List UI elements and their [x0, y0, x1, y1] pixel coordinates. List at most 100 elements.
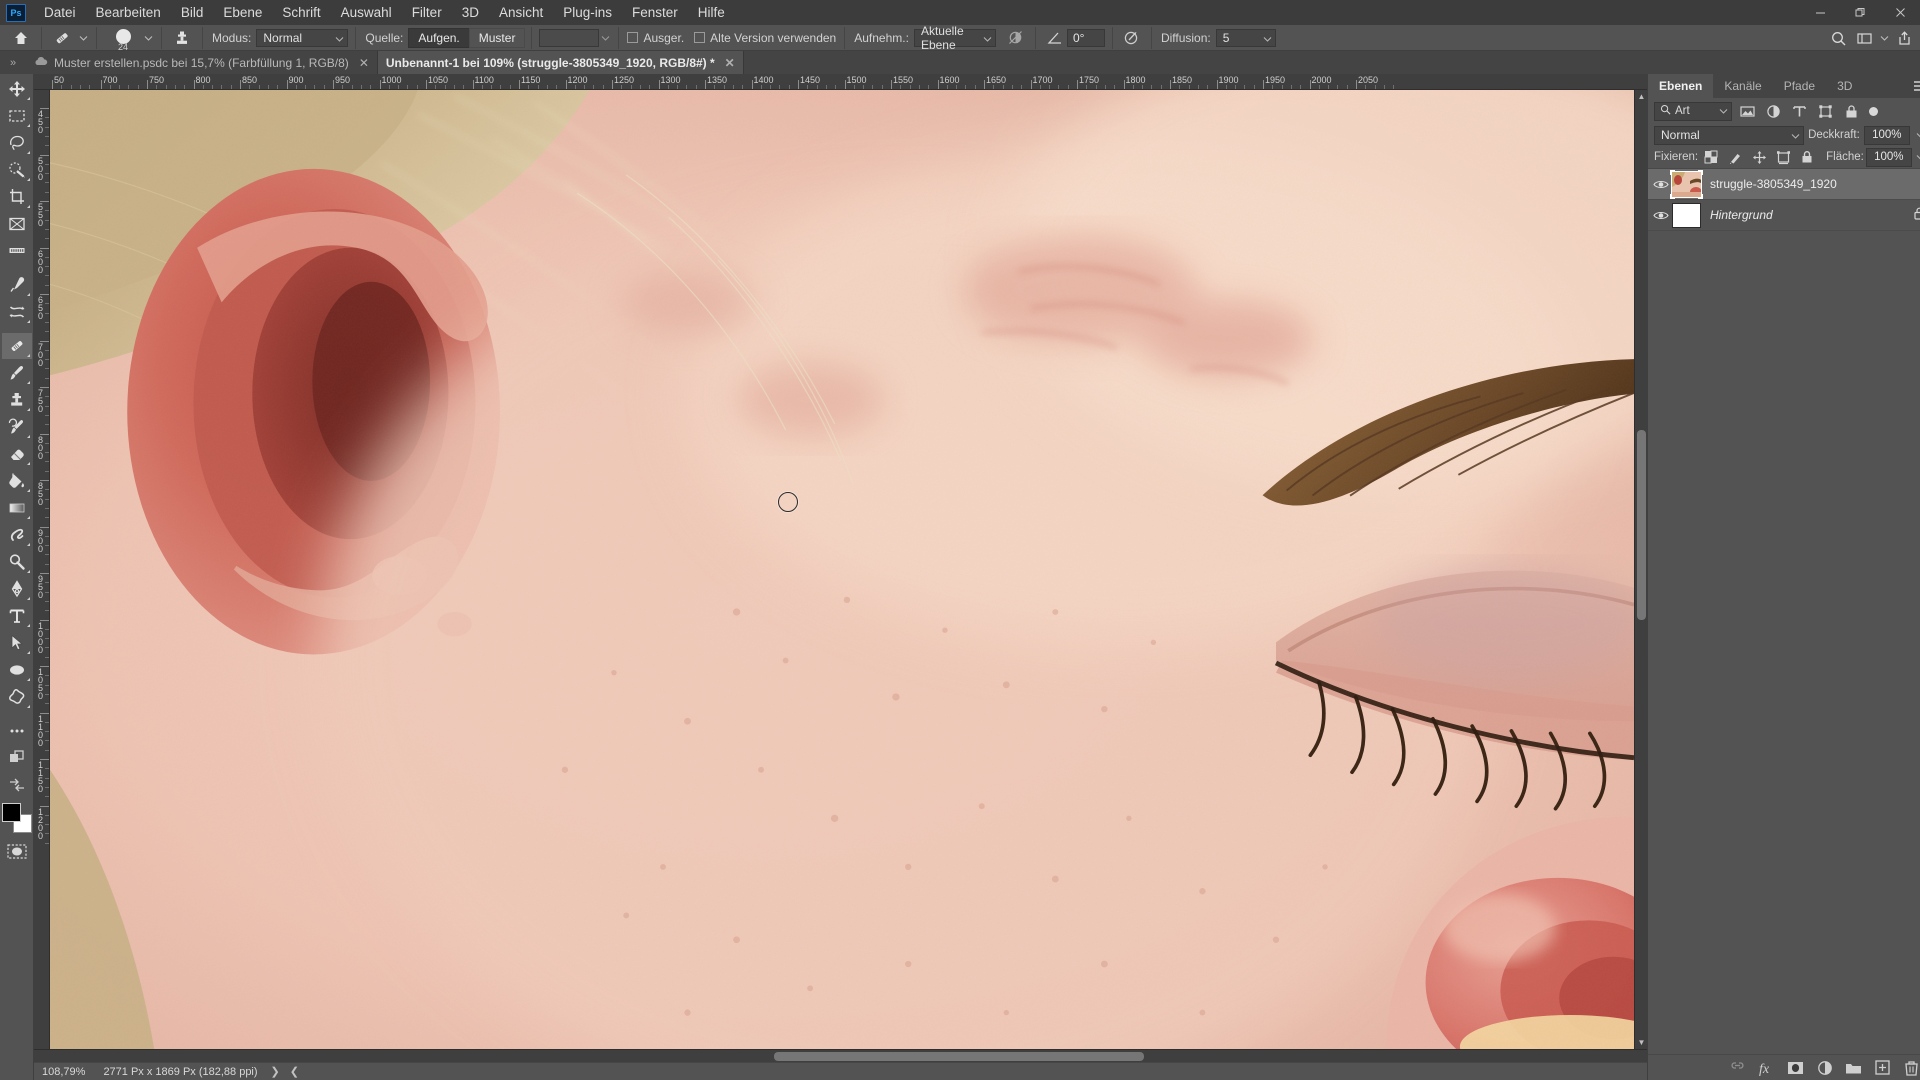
scroll-down-arrow[interactable]: ▼ — [1635, 1036, 1648, 1049]
panel-menu-icon[interactable] — [1913, 74, 1920, 98]
menu-item-fenster[interactable]: Fenster — [622, 0, 688, 25]
layer-name[interactable]: Hintergrund — [1710, 208, 1773, 222]
layer-row[interactable]: Hintergrund — [1648, 200, 1920, 231]
path-selection-tool[interactable] — [2, 630, 32, 656]
expand-panels-button[interactable]: » — [0, 51, 26, 74]
chevron-down-icon[interactable] — [77, 27, 89, 49]
fill-chevron-icon[interactable] — [1914, 148, 1920, 167]
scroll-up-arrow[interactable]: ▲ — [1635, 90, 1648, 103]
dodge-tool[interactable] — [2, 549, 32, 575]
edit-toolbar-icon[interactable] — [2, 745, 32, 771]
minimize-button[interactable] — [1800, 0, 1840, 25]
pattern-swatch[interactable] — [539, 28, 600, 47]
chevron-down-icon[interactable] — [599, 27, 611, 49]
legacy-checkbox[interactable] — [694, 32, 706, 43]
pen-tool[interactable] — [2, 576, 32, 602]
brush-preset-picker[interactable]: 24 — [100, 25, 158, 51]
tool-preset-picker[interactable] — [45, 25, 93, 51]
menu-item-filter[interactable]: Filter — [402, 0, 452, 25]
menu-item-plug-ins[interactable]: Plug-ins — [553, 0, 622, 25]
filter-adjustment-icon[interactable] — [1763, 102, 1784, 121]
custom-shape-tool[interactable] — [2, 684, 32, 710]
foreground-color-swatch[interactable] — [1, 803, 21, 822]
lock-artboard-nesting-icon[interactable] — [1772, 147, 1794, 167]
maximize-button[interactable] — [1840, 0, 1880, 25]
document-dimensions[interactable]: 2771 Px x 1869 Px (182,88 ppi) — [95, 1066, 265, 1078]
ellipse-tool[interactable] — [2, 657, 32, 683]
eyedropper-tool[interactable] — [2, 272, 32, 298]
menu-item-ansicht[interactable]: Ansicht — [489, 0, 553, 25]
angle-input[interactable]: 0° — [1066, 28, 1105, 47]
close-tab-icon[interactable]: ✕ — [359, 56, 369, 70]
delete-layer-icon[interactable] — [1902, 1058, 1920, 1078]
source-option-pattern[interactable]: Muster — [468, 27, 526, 48]
new-group-icon[interactable] — [1844, 1058, 1864, 1078]
panel-tab-pfade[interactable]: Pfade — [1772, 74, 1827, 98]
clone-stamp-tool[interactable] — [2, 387, 32, 413]
pressure-size-button[interactable] — [1116, 25, 1148, 51]
lock-all-icon[interactable] — [1796, 147, 1818, 167]
horizontal-ruler[interactable]: 50 700 750 800 850 900 950 1000 1050 1100 1150 1200… — [34, 74, 1647, 90]
frame-tool[interactable] — [2, 211, 32, 237]
crop-tool[interactable] — [2, 184, 32, 210]
link-layers-icon[interactable] — [1728, 1058, 1748, 1078]
fill-input[interactable]: 100% — [1865, 147, 1912, 167]
chevron-down-icon[interactable] — [1878, 27, 1890, 49]
menu-item-schrift[interactable]: Schrift — [272, 0, 330, 25]
artboard-tool[interactable] — [2, 238, 32, 264]
status-next-arrow[interactable]: ❯ — [266, 1065, 285, 1078]
move-tool[interactable] — [2, 76, 32, 102]
healing-brush-tool[interactable] — [1, 333, 32, 359]
status-prev-arrow[interactable]: ❮ — [285, 1065, 304, 1078]
color-swatches[interactable] — [1, 803, 32, 833]
diffusion-dropdown[interactable]: 5 — [1215, 28, 1276, 47]
menu-item-bearbeiten[interactable]: Bearbeiten — [86, 0, 171, 25]
ignore-adjustment-layers-button[interactable] — [1000, 25, 1032, 51]
layer-visibility-eye-icon[interactable] — [1650, 179, 1672, 190]
layer-visibility-eye-icon[interactable] — [1650, 210, 1672, 221]
content-aware-move-tool[interactable] — [2, 299, 32, 325]
filter-smart-object-icon[interactable] — [1841, 102, 1862, 121]
menu-item-3d[interactable]: 3D — [452, 0, 489, 25]
menu-item-auswahl[interactable]: Auswahl — [331, 0, 402, 25]
menu-item-hilfe[interactable]: Hilfe — [688, 0, 735, 25]
chevron-down-icon[interactable] — [142, 27, 154, 49]
opacity-chevron-icon[interactable] — [1914, 126, 1920, 145]
panel-tab-kan-le[interactable]: Kanäle — [1713, 74, 1773, 98]
workspace-icon[interactable] — [1852, 27, 1876, 49]
sample-dropdown[interactable]: Aktuelle Ebene — [913, 24, 996, 52]
lasso-tool[interactable] — [2, 130, 32, 156]
vertical-ruler[interactable]: 450 500 550 600 650 700 750 800 850 900 950 1000 105… — [34, 90, 50, 1049]
layer-style-fx-icon[interactable]: fx — [1757, 1058, 1777, 1078]
layer-thumbnail[interactable] — [1672, 202, 1701, 228]
layer-row[interactable]: struggle-3805349_1920 — [1648, 169, 1920, 200]
new-layer-icon[interactable] — [1873, 1058, 1893, 1078]
layer-list[interactable]: struggle-3805349_1920 Hintergrund — [1648, 168, 1920, 1054]
blend-mode-dropdown[interactable]: Normal — [1654, 125, 1805, 145]
close-button[interactable] — [1880, 0, 1920, 25]
legacy-checkbox-row[interactable]: Alte Version verwenden — [689, 31, 841, 45]
aligned-checkbox-row[interactable]: Ausger. — [622, 31, 689, 45]
opacity-input[interactable]: 100% — [1863, 125, 1910, 145]
search-icon[interactable] — [1826, 27, 1850, 49]
rectangular-marquee-tool[interactable] — [2, 103, 32, 129]
history-brush-tool[interactable] — [2, 414, 32, 440]
document-tab[interactable]: Muster erstellen.psdc bei 15,7% (Farbfül… — [26, 51, 378, 74]
type-tool[interactable] — [2, 603, 32, 629]
pattern-source-button[interactable] — [165, 25, 199, 51]
filter-kind-dropdown[interactable]: Art — [1654, 101, 1732, 121]
aligned-checkbox[interactable] — [627, 32, 639, 43]
close-tab-icon[interactable]: ✕ — [725, 56, 735, 70]
mode-dropdown[interactable]: Normal — [256, 28, 349, 47]
filter-shape-icon[interactable] — [1815, 102, 1836, 121]
horizontal-scrollbar[interactable] — [34, 1050, 1647, 1062]
vertical-scrollbar[interactable]: ▲ ▼ — [1634, 90, 1647, 1049]
share-icon[interactable] — [1892, 27, 1916, 49]
more-tools[interactable] — [2, 718, 32, 744]
screen-mode-icon[interactable] — [2, 772, 32, 798]
panel-tab-ebenen[interactable]: Ebenen — [1648, 74, 1714, 98]
document-tab[interactable]: Unbenannt-1 bei 109% (struggle-3805349_1… — [377, 51, 744, 74]
menu-item-bild[interactable]: Bild — [171, 0, 214, 25]
brush-tool[interactable] — [2, 360, 32, 386]
quick-mask-icon[interactable] — [4, 841, 30, 861]
